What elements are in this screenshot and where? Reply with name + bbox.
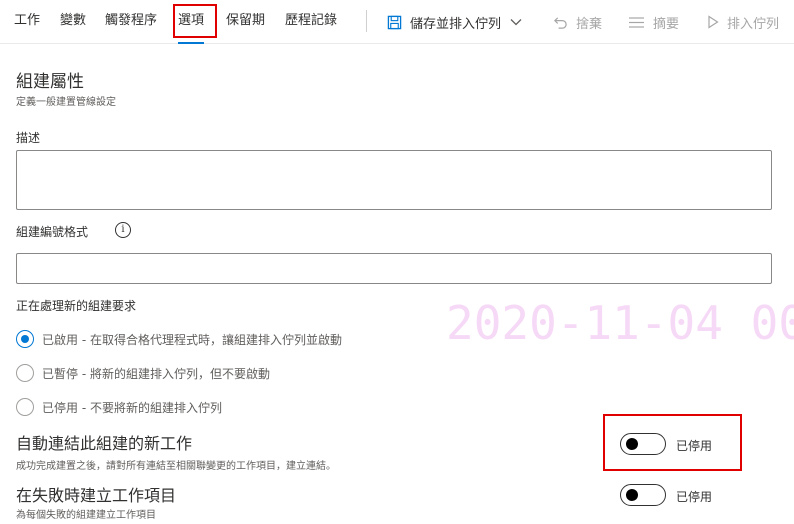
description-field[interactable] <box>16 150 772 210</box>
build-number-format-label: 組建編號格式 <box>16 225 89 239</box>
queue-button[interactable]: 排入佇列 <box>707 0 779 44</box>
toolbar: 工作 變數 觸發程序 選項 保留期 歷程記錄 儲存並排入佇列 捨棄 摘要 排入佇… <box>0 0 794 44</box>
tab-triggers[interactable]: 觸發程序 <box>105 0 157 44</box>
radio-unchecked-icon[interactable] <box>16 398 34 416</box>
save-icon <box>387 15 402 29</box>
toolbar-divider <box>366 10 367 32</box>
date-watermark: 2020-11-04 00 <box>446 296 794 350</box>
tab-history[interactable]: 歷程記錄 <box>285 0 337 44</box>
summary-button[interactable]: 摘要 <box>628 0 679 44</box>
radio-enabled-label: 已啟用 - 在取得合格代理程式時，讓組建排入佇列並啟動 <box>42 332 342 347</box>
description-label: 描述 <box>16 131 41 145</box>
radio-disabled[interactable]: 已停用 - 不要將新的組建排入佇列 <box>16 397 222 417</box>
queue-label: 排入佇列 <box>727 16 780 32</box>
auto-link-description: 成功完成建置之後，請對所有連結至相關聯變更的工作項目，建立連結。 <box>16 461 336 472</box>
create-work-item-description: 為每個失敗的組建建立工作項目 <box>16 510 156 521</box>
radio-unchecked-icon[interactable] <box>16 364 34 382</box>
create-work-item-toggle-label: 已停用 <box>676 490 713 504</box>
discard-label: 捨棄 <box>576 16 603 32</box>
create-work-item-toggle[interactable] <box>620 484 666 506</box>
auto-link-title: 自動連結此組建的新工作 <box>16 434 193 453</box>
build-number-format-field[interactable] <box>16 253 772 284</box>
radio-enabled[interactable]: 已啟用 - 在取得合格代理程式時，讓組建排入佇列並啟動 <box>16 329 342 349</box>
tab-tasks[interactable]: 工作 <box>14 0 40 44</box>
save-and-queue-button[interactable]: 儲存並排入佇列 <box>387 0 523 44</box>
section-title: 組建屬性 <box>16 72 84 92</box>
new-build-requests-label: 正在處理新的組建要求 <box>16 299 137 313</box>
chevron-down-icon <box>510 19 522 26</box>
section-subtitle: 定義一般建置管線設定 <box>16 97 116 108</box>
info-icon[interactable]: i <box>115 222 131 238</box>
summary-label: 摘要 <box>653 16 680 32</box>
create-work-item-title: 在失敗時建立工作項目 <box>16 486 177 505</box>
save-and-queue-label: 儲存並排入佇列 <box>410 16 502 32</box>
toggle-knob <box>626 489 638 501</box>
list-icon <box>629 16 644 28</box>
radio-checked-icon[interactable] <box>16 330 34 348</box>
play-icon <box>708 15 719 29</box>
radio-paused[interactable]: 已暫停 - 將新的組建排入佇列，但不要啟動 <box>16 363 270 383</box>
undo-icon <box>554 16 567 29</box>
discard-button[interactable]: 捨棄 <box>553 0 602 44</box>
tab-retention[interactable]: 保留期 <box>226 0 265 44</box>
radio-disabled-label: 已停用 - 不要將新的組建排入佇列 <box>42 400 222 415</box>
tab-variables[interactable]: 變數 <box>60 0 86 44</box>
highlight-box-options-tab <box>173 4 217 38</box>
radio-paused-label: 已暫停 - 將新的組建排入佇列，但不要啟動 <box>42 366 270 381</box>
highlight-box-auto-link-toggle <box>603 414 742 471</box>
